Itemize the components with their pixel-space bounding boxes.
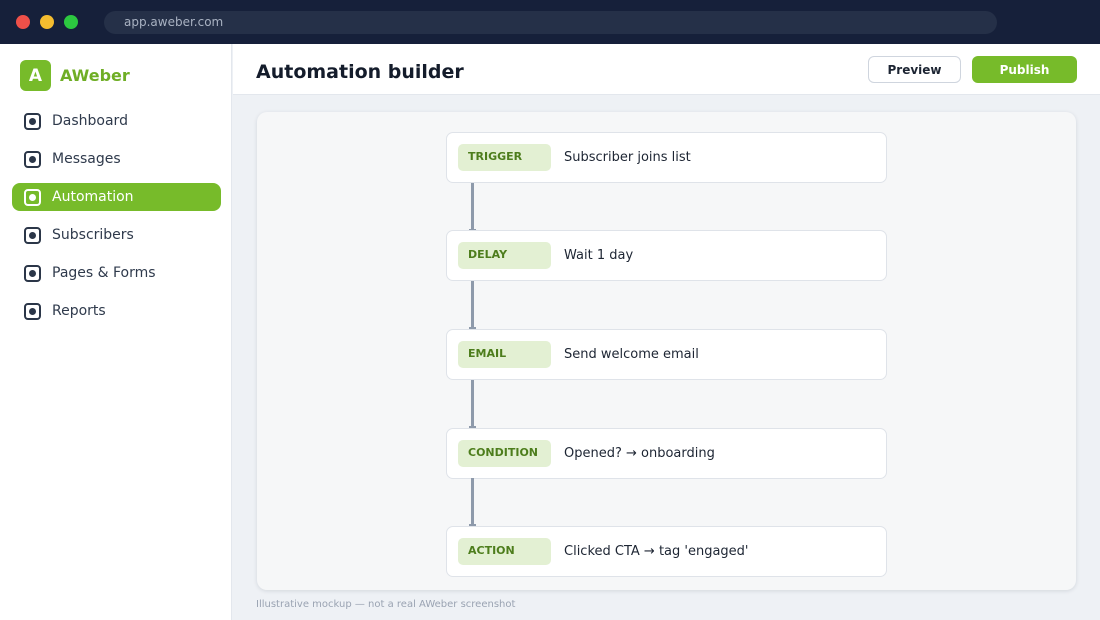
- page-title: Automation builder: [256, 61, 464, 83]
- step-connector: [469, 281, 476, 329]
- step-type-badge: CONDITION: [458, 440, 551, 467]
- brand-name: AWeber: [60, 66, 130, 85]
- sidebar-item-reports[interactable]: Reports: [12, 297, 221, 325]
- messages-icon: [24, 150, 41, 168]
- step-connector: [469, 380, 476, 428]
- step-label: Subscriber joins list: [564, 150, 691, 165]
- step-label: Wait 1 day: [564, 248, 634, 263]
- step-type-badge: TRIGGER: [458, 144, 551, 171]
- maximize-window-button[interactable]: [64, 15, 78, 29]
- pages-forms-icon: [24, 264, 41, 282]
- step-label: Opened? → onboarding: [564, 446, 715, 461]
- sidebar-item-subscribers[interactable]: Subscribers: [12, 221, 221, 249]
- preview-button[interactable]: Preview: [868, 56, 961, 83]
- address-bar[interactable]: app.aweber.com: [104, 11, 997, 34]
- workflow-step-email[interactable]: EMAIL Send welcome email: [446, 329, 887, 380]
- browser-chrome: app.aweber.com: [0, 0, 1100, 44]
- publish-button[interactable]: Publish: [972, 56, 1077, 83]
- automation-icon: [24, 188, 41, 206]
- minimize-window-button[interactable]: [40, 15, 54, 29]
- sidebar-nav: Dashboard Messages Automation Subscriber…: [12, 107, 221, 335]
- step-label: Clicked CTA → tag 'engaged': [564, 544, 749, 559]
- sidebar-item-label: Pages & Forms: [52, 265, 156, 281]
- step-label: Send welcome email: [564, 347, 699, 362]
- close-window-button[interactable]: [16, 15, 30, 29]
- step-connector: [469, 478, 476, 526]
- subscribers-icon: [24, 226, 41, 244]
- page-header: Automation builder Preview Publish: [233, 44, 1100, 95]
- sidebar-item-messages[interactable]: Messages: [12, 145, 221, 173]
- step-type-badge: EMAIL: [458, 341, 551, 368]
- footnote: Illustrative mockup — not a real AWeber …: [256, 599, 516, 610]
- reports-icon: [24, 302, 41, 320]
- sidebar-item-label: Messages: [52, 151, 121, 167]
- workflow-step-action[interactable]: ACTION Clicked CTA → tag 'engaged': [446, 526, 887, 577]
- workflow-step-trigger[interactable]: TRIGGER Subscriber joins list: [446, 132, 887, 183]
- logo-mark: A: [20, 60, 51, 91]
- sidebar: A AWeber Dashboard Messages Automation S…: [0, 44, 232, 620]
- step-type-badge: ACTION: [458, 538, 551, 565]
- sidebar-item-label: Dashboard: [52, 113, 128, 129]
- sidebar-item-label: Reports: [52, 303, 106, 319]
- brand-logo[interactable]: A AWeber: [20, 60, 130, 91]
- sidebar-item-label: Automation: [52, 189, 134, 205]
- step-type-badge: DELAY: [458, 242, 551, 269]
- workflow-step-delay[interactable]: DELAY Wait 1 day: [446, 230, 887, 281]
- sidebar-item-dashboard[interactable]: Dashboard: [12, 107, 221, 135]
- workflow-canvas: TRIGGER Subscriber joins list DELAY Wait…: [257, 112, 1076, 590]
- sidebar-item-label: Subscribers: [52, 227, 134, 243]
- dashboard-icon: [24, 112, 41, 130]
- sidebar-item-pages-forms[interactable]: Pages & Forms: [12, 259, 221, 287]
- sidebar-item-automation[interactable]: Automation: [12, 183, 221, 211]
- workflow-step-condition[interactable]: CONDITION Opened? → onboarding: [446, 428, 887, 479]
- step-connector: [469, 183, 476, 231]
